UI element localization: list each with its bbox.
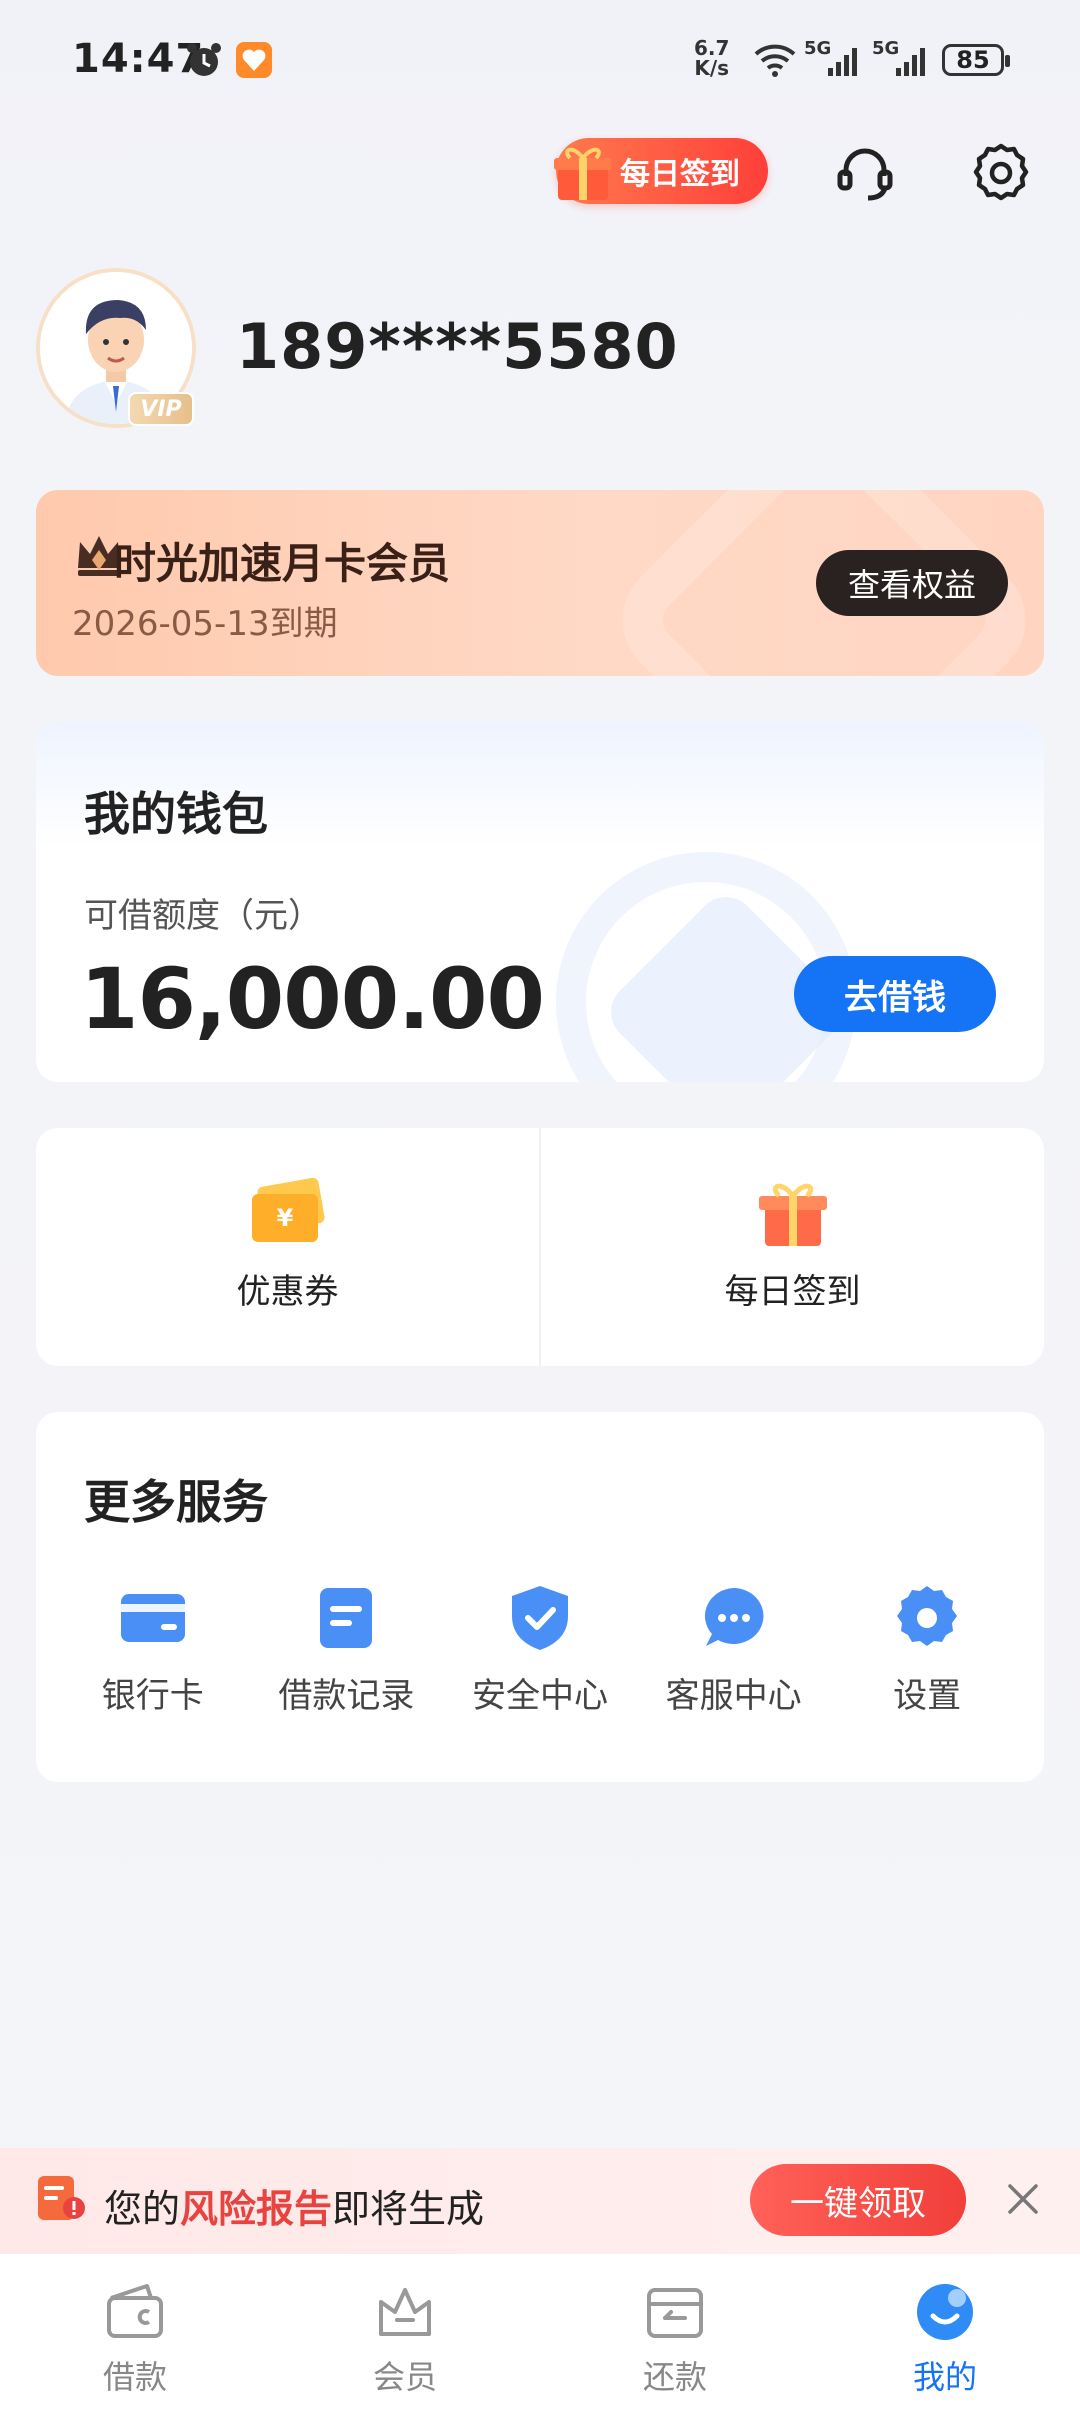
phone-number: 189****5580 [236, 310, 679, 383]
report-alert-icon [38, 2176, 85, 2220]
tab-repay-label: 还款 [642, 2358, 707, 2396]
risk-text-suffix: 即将生成 [332, 2187, 485, 2231]
bank-card-icon [120, 1594, 185, 1642]
service-security-center-label: 安全中心 [471, 1676, 608, 1716]
tab-mine[interactable]: 我的 [810, 2254, 1080, 2412]
settings-gear-icon[interactable] [968, 140, 1034, 206]
services-row: 银行卡 借款记录 安全中心 客服中心 设置 [36, 1582, 1044, 1717]
wifi-icon [754, 44, 796, 77]
tile-coupon[interactable]: ¥ 优惠券 [36, 1128, 539, 1366]
shield-icon [511, 1586, 568, 1650]
membership-title: 时光加速月卡会员 [114, 539, 451, 588]
borrow-button[interactable]: 去借钱 [794, 956, 996, 1032]
close-icon[interactable] [1004, 2180, 1042, 2218]
coupon-icon: ¥ [251, 1178, 325, 1242]
risk-text-highlight: 风险报告 [180, 2187, 333, 2231]
service-loan-records-label: 借款记录 [278, 1676, 415, 1716]
quota-label: 可借额度（元） [84, 896, 322, 936]
app-notification-icon [236, 42, 272, 78]
battery-indicator: 85 [942, 44, 1010, 76]
tile-daily-checkin[interactable]: 每日签到 [539, 1128, 1044, 1366]
tile-coupon-label: 优惠券 [236, 1272, 339, 1312]
tab-borrow[interactable]: 借款 [0, 2254, 270, 2412]
net-speed: 6.7 K/s [694, 36, 730, 80]
chat-icon [704, 1588, 764, 1646]
service-settings[interactable]: 设置 [837, 1582, 1017, 1717]
vip-badge: VIP [128, 392, 194, 426]
bottom-tab-bar: 借款 会员 还款 我的 [0, 2254, 1080, 2412]
wallet-title: 我的钱包 [84, 787, 268, 841]
one-click-claim-button[interactable]: 一键领取 [750, 2164, 966, 2236]
risk-text-prefix: 您的 [104, 2187, 181, 2231]
daily-checkin-label: 每日签到 [620, 157, 740, 192]
tile-daily-checkin-label: 每日签到 [724, 1272, 861, 1312]
view-rights-button[interactable]: 查看权益 [816, 550, 1008, 616]
wallet-icon [107, 2284, 163, 2338]
gear-icon [897, 1586, 958, 1646]
service-customer-center-label: 客服中心 [665, 1676, 802, 1716]
service-settings-label: 设置 [893, 1676, 962, 1716]
signal-bars-2-icon [896, 48, 925, 76]
quota-value: 16,000.00 [80, 950, 545, 1048]
tab-repay[interactable]: 还款 [540, 2254, 810, 2412]
gift-icon [554, 147, 612, 200]
tab-member[interactable]: 会员 [270, 2254, 540, 2412]
svg-text:¥: ¥ [276, 1204, 293, 1232]
customer-service-icon[interactable] [832, 140, 898, 206]
record-icon [320, 1588, 373, 1648]
alarm-icon [187, 43, 221, 76]
service-customer-center[interactable]: 客服中心 [644, 1582, 824, 1717]
risk-report-text: 您的风险报告即将生成 [104, 2178, 484, 2233]
service-security-center[interactable]: 安全中心 [450, 1582, 630, 1717]
quick-tiles: ¥ 优惠券 每日签到 [36, 1128, 1044, 1366]
service-loan-records[interactable]: 借款记录 [256, 1582, 436, 1717]
service-bank-card[interactable]: 银行卡 [63, 1582, 243, 1717]
profile-icon [917, 2284, 973, 2340]
tab-member-label: 会员 [372, 2358, 437, 2396]
membership-expiry: 2026-05-13到期 [72, 604, 338, 644]
service-bank-card-label: 银行卡 [101, 1676, 204, 1716]
tab-mine-label: 我的 [912, 2358, 977, 2396]
crown-outline-icon [379, 2288, 431, 2336]
repay-icon [647, 2288, 703, 2338]
tab-borrow-label: 借款 [102, 2358, 167, 2396]
gift-box-icon [758, 1183, 827, 1246]
signal-bars-1-icon [828, 48, 857, 76]
more-services-title: 更多服务 [84, 1475, 268, 1529]
